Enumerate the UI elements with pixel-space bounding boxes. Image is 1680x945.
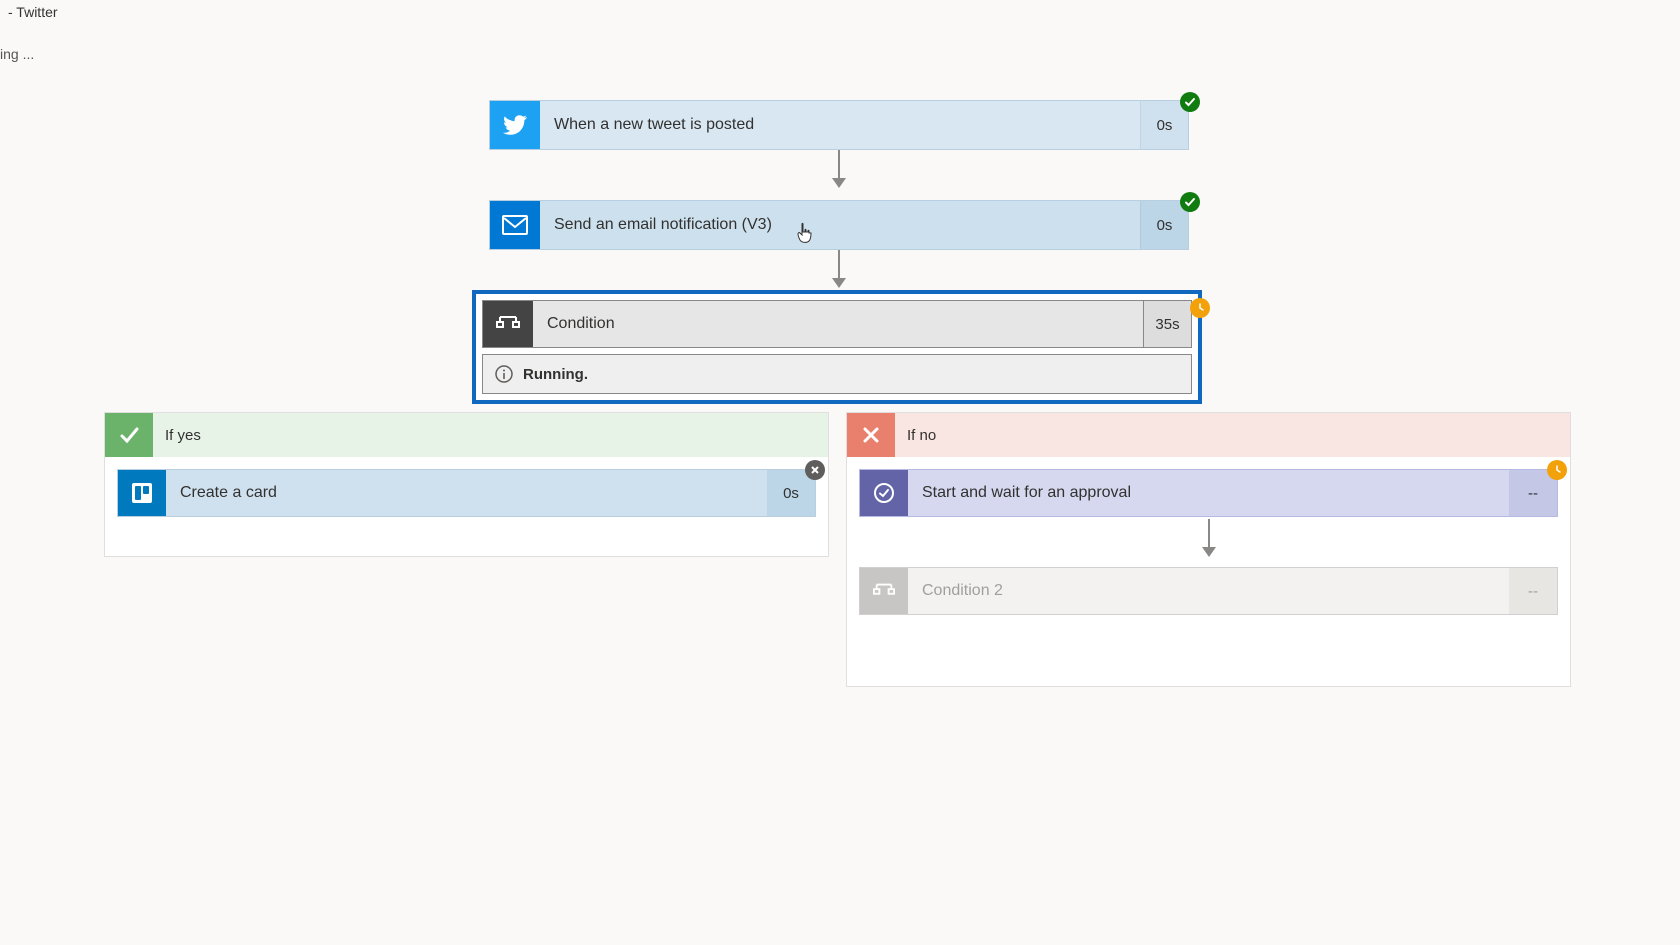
step-condition[interactable]: Condition 35s Running. xyxy=(472,290,1202,404)
condition-icon xyxy=(860,568,908,614)
step-create-card-label: Create a card xyxy=(166,470,767,516)
loading-indicator: ing ... xyxy=(0,46,34,62)
status-success-icon xyxy=(1180,92,1200,112)
branch-if-no[interactable]: If no Start and wait for an approval -- xyxy=(846,412,1571,687)
step-trigger-duration: 0s xyxy=(1140,101,1188,149)
step-condition-2-duration: -- xyxy=(1509,568,1557,614)
step-approval-label: Start and wait for an approval xyxy=(908,470,1509,516)
arrow-head-icon xyxy=(832,278,846,288)
branch-if-yes-title: If yes xyxy=(153,413,828,457)
cursor-pointer-icon xyxy=(796,222,814,244)
step-send-email-label: Send an email notification (V3) xyxy=(540,201,1140,249)
step-condition-2-label: Condition 2 xyxy=(908,568,1509,614)
approval-icon xyxy=(860,470,908,516)
check-icon xyxy=(105,413,153,457)
status-success-icon xyxy=(1180,192,1200,212)
condition-status-bar: Running. xyxy=(482,354,1192,394)
trello-icon xyxy=(118,470,166,516)
branch-if-yes[interactable]: If yes Create a card 0s xyxy=(104,412,829,557)
step-trigger[interactable]: When a new tweet is posted 0s xyxy=(489,100,1189,150)
step-send-email-duration: 0s xyxy=(1140,201,1188,249)
arrow-head-icon xyxy=(1202,547,1216,557)
flow-arrow xyxy=(1208,519,1210,549)
flow-arrow xyxy=(838,150,840,180)
step-condition-duration: 35s xyxy=(1144,300,1192,348)
condition-running-text: Running. xyxy=(523,366,588,383)
twitter-icon xyxy=(490,101,540,149)
step-send-email[interactable]: Send an email notification (V3) 0s xyxy=(489,200,1189,250)
status-pending-icon xyxy=(1547,460,1567,480)
status-pending-icon xyxy=(1190,298,1210,318)
step-condition-label: Condition xyxy=(533,301,1143,347)
info-icon xyxy=(495,365,513,383)
arrow-head-icon xyxy=(832,178,846,188)
branch-if-no-title: If no xyxy=(895,413,1570,457)
browser-tab-title: - Twitter xyxy=(0,0,66,24)
step-trigger-label: When a new tweet is posted xyxy=(540,101,1140,149)
mail-icon xyxy=(490,201,540,249)
step-approval[interactable]: Start and wait for an approval -- xyxy=(859,469,1558,517)
branch-if-yes-header: If yes xyxy=(105,413,828,457)
step-create-card[interactable]: Create a card 0s xyxy=(117,469,816,517)
cross-icon xyxy=(847,413,895,457)
branch-if-no-header: If no xyxy=(847,413,1570,457)
condition-icon xyxy=(483,301,533,347)
status-cancel-icon xyxy=(805,460,825,480)
flow-arrow xyxy=(838,250,840,280)
step-condition-2[interactable]: Condition 2 -- xyxy=(859,567,1558,615)
